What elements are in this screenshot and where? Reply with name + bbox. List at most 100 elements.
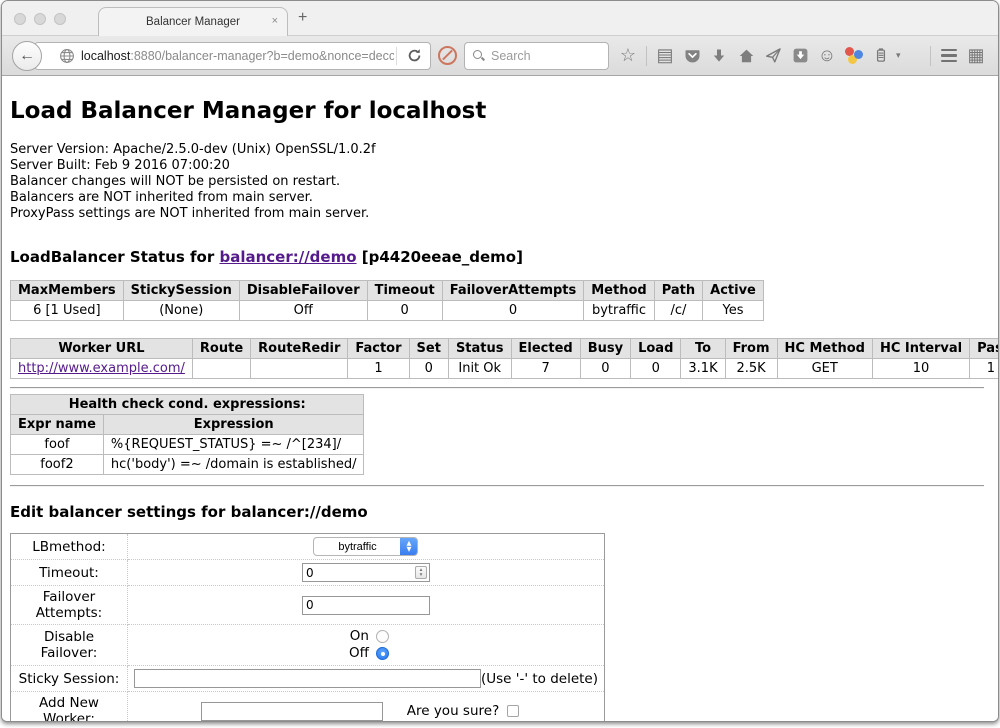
status-heading-suffix: [p4420eeae_demo] <box>357 248 523 266</box>
column-header: Worker URL <box>11 339 193 359</box>
back-button[interactable]: ← <box>12 41 42 71</box>
search-placeholder: Search <box>491 49 531 63</box>
extension-grid-icon[interactable]: ▦ <box>964 43 988 69</box>
form-row-disable-failover: Disable Failover: On Off <box>11 625 605 666</box>
url-path: :8880/balancer-manager?b=demo&nonce=decc… <box>130 49 394 63</box>
disable-failover-label: Disable Failover: <box>11 625 128 666</box>
downloads-icon[interactable] <box>707 43 731 69</box>
table-cell: 0 <box>580 359 630 379</box>
page-title: Load Balancer Manager for localhost <box>10 76 990 124</box>
tab-balancer-manager[interactable]: Balancer Manager × <box>98 7 288 36</box>
hamburger-bars <box>937 49 961 62</box>
minimize-window-button[interactable] <box>34 13 46 25</box>
column-header: Method <box>584 281 654 301</box>
table-cell: 10 <box>872 359 969 379</box>
table-header-row: Worker URL Route RouteRedir Factor Set S… <box>11 339 999 359</box>
toolbar-divider <box>646 46 647 66</box>
select-stepper-icon: ▲▼ <box>400 538 417 555</box>
table-cell: foof2 <box>11 455 104 475</box>
hello-smiley-icon[interactable]: ☺ <box>815 43 839 69</box>
table-cell: 2.5K <box>725 359 777 379</box>
add-worker-label: Add New Worker: <box>11 692 128 722</box>
add-worker-input[interactable] <box>201 702 383 721</box>
send-tab-icon[interactable] <box>761 43 785 69</box>
table-cell: Off <box>239 301 367 321</box>
traffic-lights <box>14 13 66 25</box>
server-version: Server Version: Apache/2.5.0-dev (Unix) … <box>10 142 990 158</box>
table-row: http://www.example.com/ 1 0 Init Ok 7 0 … <box>11 359 999 379</box>
url-text[interactable]: localhost:8880/balancer-manager?b=demo&n… <box>81 49 394 63</box>
column-header: Status <box>448 339 511 359</box>
bookmark-star-icon[interactable]: ☆ <box>616 43 640 69</box>
table-header-row: MaxMembers StickySession DisableFailover… <box>11 281 764 301</box>
number-spinner-icon[interactable]: ▴▾ <box>415 566 427 579</box>
browser-window: Balancer Manager × + ← localhost:8880/ba… <box>1 0 999 722</box>
are-you-sure-checkbox[interactable] <box>507 705 519 717</box>
divider-rule <box>10 485 984 487</box>
table-header-row: Expr name Expression <box>11 415 364 435</box>
page-content: Load Balancer Manager for localhost Serv… <box>2 76 998 721</box>
home-icon[interactable] <box>734 43 758 69</box>
plugin-blocked-icon[interactable] <box>438 46 457 65</box>
loadbalancer-status-heading: LoadBalancer Status for balancer://demo … <box>10 248 990 266</box>
new-tab-button[interactable]: + <box>298 9 307 27</box>
column-header: Busy <box>580 339 630 359</box>
chevron-down-icon[interactable]: ▾ <box>896 50 906 61</box>
radio-on-label: On <box>343 628 369 645</box>
lbmethod-selected-value: bytraffic <box>314 538 400 555</box>
table-row: foof2 hc('body') =~ /domain is establish… <box>11 455 364 475</box>
toolbar-divider <box>930 46 931 66</box>
worker-url-link[interactable]: http://www.example.com/ <box>18 361 185 376</box>
sticky-session-input[interactable] <box>134 669 481 688</box>
timeout-input[interactable] <box>302 563 430 582</box>
health-check-table: Health check cond. expressions: Expr nam… <box>10 394 364 475</box>
container-addon-icon[interactable] <box>869 43 893 69</box>
colored-dots <box>844 47 864 65</box>
column-header: Factor <box>348 339 409 359</box>
column-header: HC Interval <box>872 339 969 359</box>
column-header: Load <box>631 339 681 359</box>
colored-dots-addon-icon[interactable] <box>842 43 866 69</box>
table-cell: %{REQUEST_STATUS} =~ /^[234]/ <box>103 435 364 455</box>
tab-close-icon[interactable]: × <box>272 15 278 27</box>
server-info: Server Version: Apache/2.5.0-dev (Unix) … <box>10 142 990 222</box>
notice-balancers: Balancers are NOT inherited from main se… <box>10 190 990 206</box>
column-header: Elected <box>511 339 580 359</box>
url-divider <box>396 47 397 65</box>
titlebar: Balancer Manager × + <box>2 1 998 35</box>
menu-hamburger-icon[interactable] <box>937 43 961 69</box>
zoom-window-button[interactable] <box>54 13 66 25</box>
navigation-toolbar: ← localhost:8880/balancer-manager?b=demo… <box>2 35 998 76</box>
table-cell: GET <box>777 359 872 379</box>
globe-icon[interactable] <box>59 48 75 64</box>
table-cell: /c/ <box>654 301 702 321</box>
addon-download-box-icon[interactable] <box>788 43 812 69</box>
failover-attempts-input[interactable] <box>302 596 430 615</box>
column-header: Passes <box>970 339 998 359</box>
tab-title: Balancer Manager <box>146 16 240 28</box>
form-row-timeout: Timeout: ▴▾ <box>11 560 605 586</box>
url-bar[interactable]: localhost:8880/balancer-manager?b=demo&n… <box>34 42 431 70</box>
close-window-button[interactable] <box>14 13 26 25</box>
pocket-icon[interactable] <box>680 43 704 69</box>
table-cell: 6 [1 Used] <box>11 301 124 321</box>
balancer-status-table: MaxMembers StickySession DisableFailover… <box>10 280 764 321</box>
search-bar[interactable]: Search <box>464 42 609 70</box>
column-header: RouteRedir <box>251 339 348 359</box>
column-header: Expression <box>103 415 364 435</box>
notice-persist: Balancer changes will NOT be persisted o… <box>10 174 990 190</box>
disable-failover-on-radio[interactable] <box>376 630 389 643</box>
table-cell: Init Ok <box>448 359 511 379</box>
disable-failover-off-radio[interactable] <box>376 647 389 660</box>
reload-icon[interactable] <box>407 48 422 63</box>
reading-list-icon[interactable]: ▤ <box>653 43 677 69</box>
column-header: StickySession <box>123 281 239 301</box>
column-header: Expr name <box>11 415 104 435</box>
lbmethod-select[interactable]: bytraffic ▲▼ <box>313 537 418 556</box>
form-row-add-worker: Add New Worker: Are you sure? <box>11 692 605 722</box>
balancer-demo-link[interactable]: balancer://demo <box>219 248 356 266</box>
column-header: FailoverAttempts <box>442 281 584 301</box>
edit-balancer-form: LBmethod: bytraffic ▲▼ Timeout: ▴▾ <box>10 533 605 721</box>
column-header: Path <box>654 281 702 301</box>
table-cell: 0 <box>409 359 448 379</box>
